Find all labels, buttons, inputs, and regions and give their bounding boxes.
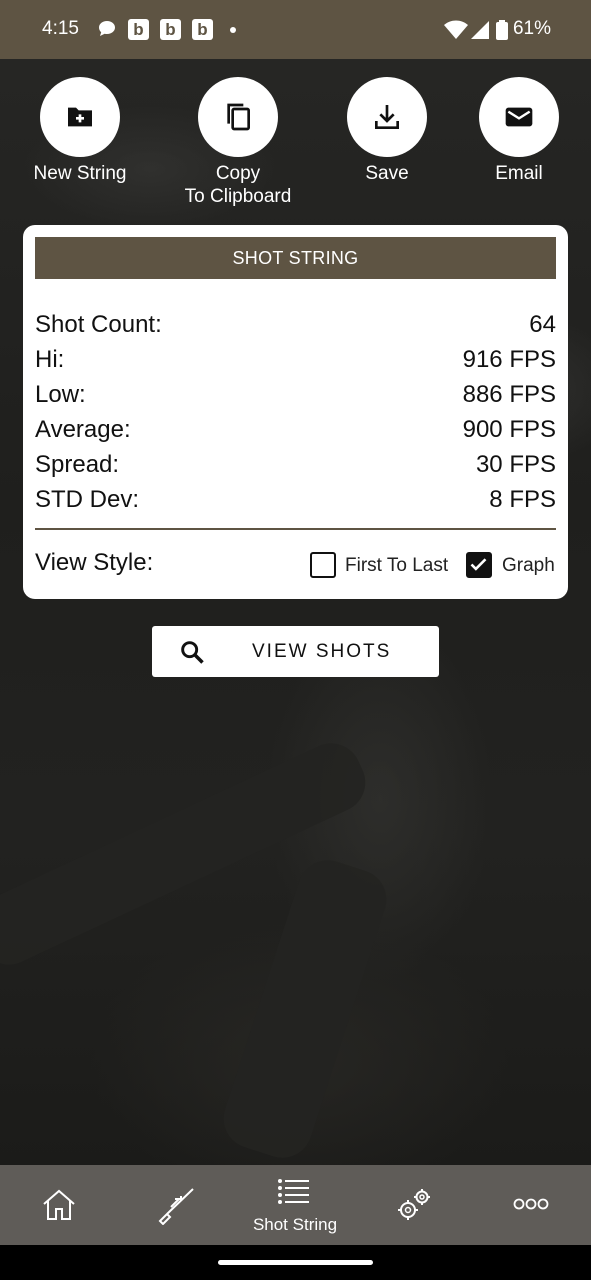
nav-more[interactable] (481, 1165, 581, 1245)
view-shots-button[interactable]: VIEW SHOTS (152, 626, 439, 677)
stat-row-spread: Spread: 30 FPS (35, 451, 556, 486)
mail-icon (505, 107, 533, 127)
chat-bubble-icon (99, 21, 115, 36)
wifi-icon (444, 20, 468, 39)
stat-label: Spread: (35, 451, 120, 478)
nav-home[interactable] (9, 1165, 109, 1245)
copy-circle[interactable] (198, 77, 278, 157)
new-string-label: New String (33, 163, 127, 184)
status-time: 4:15 (42, 18, 79, 39)
email-circle[interactable] (479, 77, 559, 157)
home-icon (43, 1189, 75, 1220)
stat-value: 900 FPS (462, 416, 556, 443)
email-button[interactable]: Email (439, 77, 591, 185)
graph-label[interactable]: Graph (502, 555, 555, 577)
stat-label: Average: (35, 416, 131, 443)
more-icon (513, 1198, 549, 1210)
view-shots-label: VIEW SHOTS (252, 641, 392, 662)
stat-value: 30 FPS (475, 451, 556, 478)
signal-icon (471, 21, 489, 39)
email-label: Email (495, 163, 543, 184)
stat-row-shot-count: Shot Count: 64 (35, 311, 556, 346)
stat-label: Low: (35, 381, 86, 408)
stat-row-average: Average: 900 FPS (35, 416, 556, 451)
stat-label: Shot Count: (35, 311, 162, 338)
download-icon (375, 105, 399, 129)
rifle-icon (158, 1188, 194, 1225)
first-to-last-label[interactable]: First To Last (345, 555, 448, 577)
check-icon (470, 558, 487, 571)
nav-rifle[interactable] (127, 1165, 227, 1245)
stat-value: 916 FPS (462, 346, 556, 373)
nav-shot-string-label: Shot String (252, 1215, 338, 1234)
b-app-notification-icon: b (128, 19, 149, 40)
copy-to-clipboard-button[interactable]: Copy To Clipboard (158, 77, 318, 208)
b-app-notification-icon: b (160, 19, 181, 40)
list-icon (278, 1179, 309, 1204)
folder-add-icon (68, 107, 92, 127)
search-icon (181, 641, 204, 664)
stat-label: STD Dev: (35, 486, 140, 513)
copy-icon (227, 103, 250, 131)
shot-string-card: SHOT STRING Shot Count: 64 Hi: 916 FPS L… (23, 225, 568, 599)
stat-row-std-dev: STD Dev: 8 FPS (35, 486, 556, 521)
save-circle[interactable] (347, 77, 427, 157)
card-divider (35, 528, 556, 530)
stat-row-hi: Hi: 916 FPS (35, 346, 556, 381)
stat-label: Hi: (35, 346, 65, 373)
stat-value: 886 FPS (462, 381, 556, 408)
card-header: SHOT STRING (35, 237, 556, 279)
battery-percent: 61% (512, 18, 551, 39)
new-string-button[interactable]: New String (0, 77, 160, 185)
first-to-last-checkbox[interactable] (310, 552, 336, 578)
home-gesture-handle[interactable] (218, 1260, 373, 1265)
view-style-label: View Style: (35, 549, 154, 576)
copy-to-clipboard-label: Copy To Clipboard (184, 163, 292, 207)
stat-row-low: Low: 886 FPS (35, 381, 556, 416)
nav-shot-string[interactable]: Shot String (245, 1165, 345, 1245)
status-bar: 4:15 b b b 61% (0, 0, 591, 59)
nav-settings[interactable] (363, 1165, 463, 1245)
gesture-bar (0, 1245, 591, 1280)
new-string-circle[interactable] (40, 77, 120, 157)
battery-icon (496, 20, 508, 40)
gears-icon (398, 1189, 430, 1220)
bottom-nav: Shot String (0, 1165, 591, 1245)
bipod-foot (215, 852, 395, 1166)
b-app-notification-icon: b (192, 19, 213, 40)
stat-value: 8 FPS (489, 486, 556, 513)
graph-checkbox[interactable] (466, 552, 492, 578)
stat-value: 64 (529, 311, 556, 338)
more-notifications-dot (230, 27, 236, 33)
